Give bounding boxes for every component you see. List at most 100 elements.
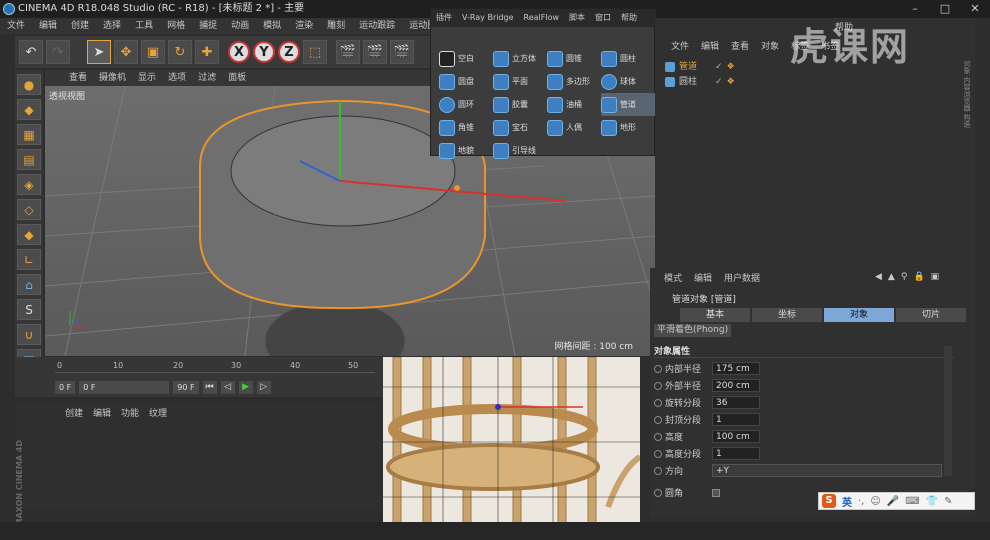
visibility-check-icon[interactable]: ✓ (715, 60, 723, 74)
coordinate-system-icon[interactable]: ⬚ (303, 40, 327, 64)
primitive-guide[interactable]: 引导线 (493, 139, 547, 162)
menu-snap[interactable]: 捕捉 (192, 18, 224, 34)
primitive-sphere[interactable]: 球体 (601, 70, 655, 93)
play-icon[interactable]: ▶ (238, 381, 253, 394)
attr-scrollbar[interactable] (944, 346, 952, 476)
up-arrow-icon[interactable]: ▲ (888, 272, 895, 282)
snap-icon[interactable]: S (17, 299, 41, 320)
anim-dot-icon[interactable] (654, 449, 662, 458)
attr-menu-userdata[interactable]: 用户数据 (718, 272, 766, 286)
menu-create[interactable]: 创建 (64, 18, 96, 34)
attr-menu-edit[interactable]: 编辑 (688, 272, 718, 286)
viewport-menu-camera[interactable]: 摄像机 (93, 70, 132, 86)
menu-file[interactable]: 文件 (0, 18, 32, 34)
polygons-mode-icon[interactable]: ◆ (17, 224, 41, 245)
primitive-oil-tank[interactable]: 油桶 (547, 93, 601, 116)
anim-dot-icon[interactable] (654, 432, 662, 441)
texture-mode-icon[interactable]: ▦ (17, 124, 41, 145)
menu-simulate[interactable]: 模拟 (256, 18, 288, 34)
tab-phong[interactable]: 平滑着色(Phong) (654, 324, 732, 337)
om-menu-objects[interactable]: 对象 (755, 40, 785, 54)
new-window-icon[interactable]: ▣ (931, 272, 940, 282)
viewport-menu-view[interactable]: 查看 (63, 70, 93, 86)
keyboard-icon[interactable]: ⌨ (905, 496, 919, 507)
menu-script[interactable]: 脚本 (564, 9, 590, 27)
menu-select[interactable]: 选择 (96, 18, 128, 34)
rotation-segments-field[interactable]: 36 (712, 396, 760, 409)
close-icon[interactable]: ✕ (960, 0, 990, 18)
start-frame-field[interactable]: 0 F (55, 381, 76, 394)
render-view-icon[interactable]: 🎬 (336, 40, 360, 64)
anim-dot-icon[interactable] (654, 415, 662, 424)
mat-menu-function[interactable]: 功能 (116, 406, 144, 419)
om-menu-view[interactable]: 查看 (725, 40, 755, 54)
lock-icon[interactable]: 🔒 (913, 272, 924, 282)
tab-slice[interactable]: 切片 (896, 308, 966, 322)
height-segments-field[interactable]: 1 (712, 447, 760, 460)
cap-segments-field[interactable]: 1 (712, 413, 760, 426)
prev-key-icon[interactable]: ◁ (220, 381, 235, 394)
tools-icon[interactable]: ✎ (944, 496, 952, 507)
primitive-disc[interactable]: 圆盘 (439, 70, 493, 93)
anim-dot-icon[interactable] (654, 488, 662, 497)
add-tool-icon[interactable]: ✚ (195, 40, 219, 64)
primitive-figure[interactable]: 人偶 (547, 116, 601, 139)
edges-mode-icon[interactable]: ◇ (17, 199, 41, 220)
attr-menu-mode[interactable]: 模式 (658, 272, 688, 286)
make-editable-icon[interactable]: ● (17, 74, 41, 95)
menu-vray-bridge[interactable]: V-Ray Bridge (457, 9, 519, 27)
primitive-platonic[interactable]: 宝石 (493, 116, 547, 139)
render-picture-icon[interactable]: 🎬 (363, 40, 387, 64)
emoji-icon[interactable]: ☺ (870, 496, 880, 507)
z-axis-icon[interactable]: Z (278, 41, 300, 63)
axis-mode-icon[interactable]: ∟ (17, 249, 41, 270)
search-icon[interactable]: ⚲ (901, 272, 908, 282)
primitive-cube[interactable]: 立方体 (493, 47, 547, 70)
next-key-icon[interactable]: ▷ (256, 381, 271, 394)
object-row-cylinder[interactable]: 圆柱 ✓ ❖ (665, 75, 735, 89)
select-arrow-icon[interactable]: ➤ (87, 40, 111, 64)
scale-tool-icon[interactable]: ▣ (141, 40, 165, 64)
object-row-tube[interactable]: 管道 ✓ ❖ (665, 60, 735, 74)
menu-help[interactable]: 帮助 (616, 9, 642, 27)
primitive-tube[interactable]: 管道 (601, 93, 655, 116)
mat-menu-texture[interactable]: 纹理 (144, 406, 172, 419)
primitive-landscape[interactable]: 地形 (601, 116, 655, 139)
timeline-ruler[interactable]: 0 10 20 30 40 50 (55, 361, 375, 373)
model-mode-icon[interactable]: ◆ (17, 99, 41, 120)
viewport-menu-filter[interactable]: 过滤 (192, 70, 222, 86)
points-mode-icon[interactable]: ◈ (17, 174, 41, 195)
move-tool-icon[interactable]: ✥ (114, 40, 138, 64)
radius-handle[interactable] (454, 185, 460, 191)
height-field[interactable]: 100 cm (712, 430, 760, 443)
primitive-null[interactable]: 空白 (439, 47, 493, 70)
microphone-icon[interactable]: 🎤 (887, 496, 899, 507)
anim-dot-icon[interactable] (654, 381, 662, 390)
back-arrow-icon[interactable]: ◀ (875, 272, 882, 282)
maximize-icon[interactable]: □ (930, 0, 960, 18)
primitive-polygon[interactable]: 多边形 (547, 70, 601, 93)
end-frame-field[interactable]: 90 F (173, 381, 199, 394)
primitive-cylinder[interactable]: 圆柱 (601, 47, 655, 70)
side-tab-strip[interactable]: 对象 内容浏览器 构造 (960, 60, 974, 180)
rotate-tool-icon[interactable]: ↻ (168, 40, 192, 64)
menu-window[interactable]: 窗口 (590, 9, 616, 27)
menu-sculpt[interactable]: 雕刻 (320, 18, 352, 34)
menu-edit[interactable]: 编辑 (32, 18, 64, 34)
primitive-pyramid[interactable]: 角锥 (439, 116, 493, 139)
punctuation-icon[interactable]: ·, (858, 496, 864, 507)
primitive-torus[interactable]: 圆环 (439, 93, 493, 116)
tab-object[interactable]: 对象 (824, 308, 894, 322)
inner-radius-field[interactable]: 175 cm (712, 362, 760, 375)
y-axis-icon[interactable]: Y (253, 41, 275, 63)
primitive-plane[interactable]: 平面 (493, 70, 547, 93)
tab-basic[interactable]: 基本 (680, 308, 750, 322)
magnet-icon[interactable]: ∪ (17, 324, 41, 345)
sogou-ime-icon[interactable]: S (822, 494, 836, 508)
x-axis-icon[interactable]: X (228, 41, 250, 63)
render-settings-icon[interactable]: 🎬 (390, 40, 414, 64)
primitive-cone[interactable]: 圆锥 (547, 47, 601, 70)
mat-menu-edit[interactable]: 编辑 (88, 406, 116, 419)
menu-realflow[interactable]: RealFlow (519, 9, 565, 27)
mat-menu-create[interactable]: 创建 (60, 406, 88, 419)
